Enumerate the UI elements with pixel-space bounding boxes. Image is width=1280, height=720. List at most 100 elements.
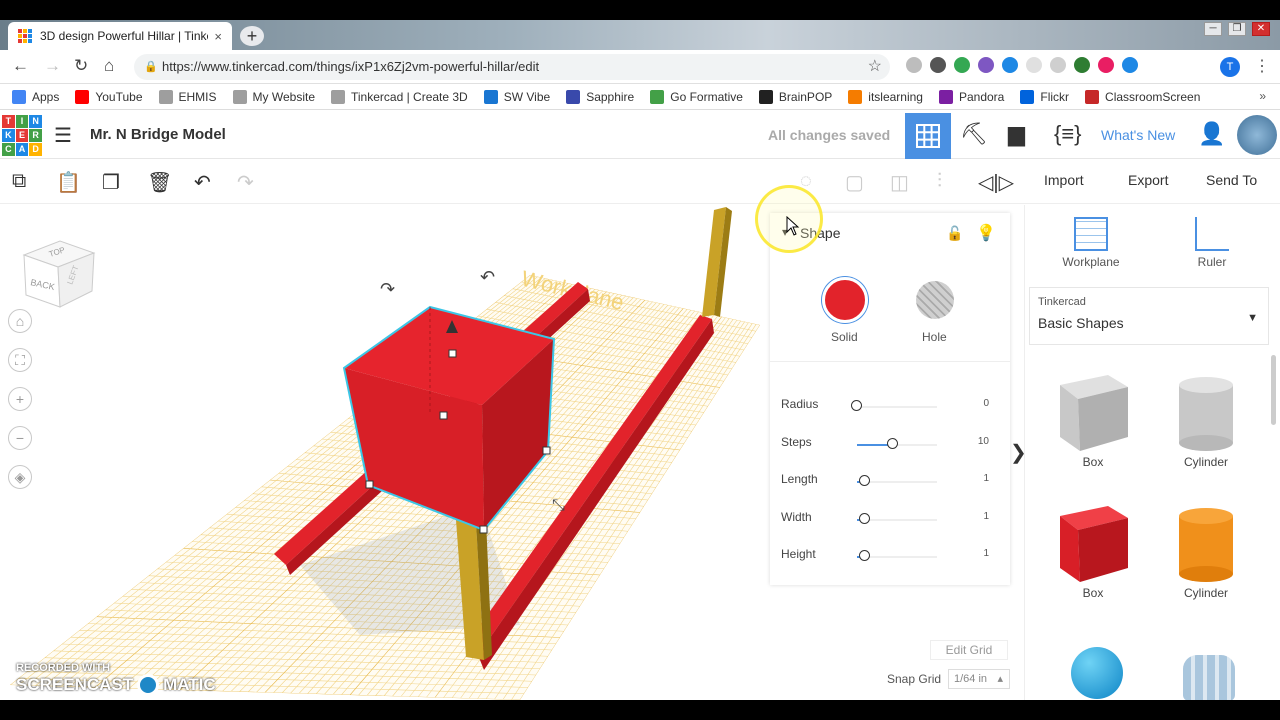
view-cube[interactable]: TOP BACK LEFT: [20, 233, 96, 308]
slider-track[interactable]: [857, 406, 937, 408]
panel-scrollbar[interactable]: [1271, 355, 1276, 425]
bookmark-item[interactable]: Go Formative: [650, 89, 743, 104]
property-value[interactable]: 1: [983, 548, 989, 559]
yellow-post-far[interactable]: [702, 207, 732, 317]
extension-icon[interactable]: [930, 57, 946, 73]
bookmark-item[interactable]: SW Vibe: [483, 89, 550, 104]
bricks-icon[interactable]: ▆: [1008, 121, 1025, 147]
slider-knob[interactable]: [859, 475, 870, 486]
extension-icon[interactable]: [1074, 57, 1090, 73]
extension-icon[interactable]: [906, 57, 922, 73]
3d-view-button[interactable]: [905, 113, 951, 159]
bookmark-item[interactable]: Flickr: [1020, 89, 1069, 104]
shape-box[interactable]: Box: [1038, 498, 1148, 618]
slider-knob[interactable]: [859, 550, 870, 561]
send-to-button[interactable]: Send To: [1206, 172, 1257, 188]
browser-menu-icon[interactable]: ⋮: [1254, 56, 1270, 76]
user-avatar[interactable]: [1237, 115, 1277, 155]
solid-color-button[interactable]: [822, 277, 868, 323]
perspective-icon[interactable]: ◈: [8, 465, 32, 489]
home-view-icon[interactable]: ⌂: [8, 309, 32, 333]
lock-icon[interactable]: 🔓: [946, 225, 963, 242]
property-value[interactable]: 0: [983, 398, 989, 409]
extension-icon[interactable]: [1026, 57, 1042, 73]
undo-icon[interactable]: ↶: [194, 170, 211, 195]
mirror-icon[interactable]: ◁|▷: [978, 170, 1014, 195]
tab-close-icon[interactable]: ×: [214, 29, 222, 44]
forward-arrow-icon[interactable]: →: [44, 56, 61, 76]
edit-grid-button[interactable]: Edit Grid: [930, 640, 1008, 660]
extension-icon[interactable]: [1098, 57, 1114, 73]
bookmark-item[interactable]: ClassroomScreen: [1085, 89, 1200, 104]
profile-avatar[interactable]: T: [1220, 57, 1240, 77]
bookmark-item[interactable]: Apps: [12, 89, 59, 104]
zoom-out-icon[interactable]: −: [8, 426, 32, 450]
pickaxe-icon[interactable]: ⛏: [960, 121, 988, 147]
design-title[interactable]: Mr. N Bridge Model: [90, 126, 226, 143]
export-button[interactable]: Export: [1128, 172, 1168, 188]
shape-library-dropdown[interactable]: Tinkercad Basic Shapes ▼: [1029, 287, 1269, 345]
rotate-handle-icon[interactable]: ↷: [380, 279, 395, 299]
extension-icon[interactable]: [954, 57, 970, 73]
ungroup-icon[interactable]: ◫: [890, 170, 909, 195]
extension-icon[interactable]: [1122, 57, 1138, 73]
delete-icon[interactable]: 🗑: [147, 170, 172, 195]
browser-tab[interactable]: 3D design Powerful Hillar | Tinke ×: [8, 22, 232, 50]
shape-box[interactable]: Box: [1038, 367, 1148, 487]
design-list-icon[interactable]: ☰: [54, 123, 72, 148]
address-bar[interactable]: 🔒 https://www.tinkercad.com/things/ixP1x…: [134, 54, 890, 80]
minimize-button[interactable]: ─: [1204, 22, 1222, 36]
resize-handle[interactable]: [439, 411, 448, 420]
rotate-handle-icon[interactable]: ↶: [480, 267, 495, 287]
paste-icon[interactable]: 📋: [56, 170, 81, 195]
add-user-icon[interactable]: 👤: [1198, 121, 1225, 147]
bookmark-item[interactable]: itslearning: [848, 89, 923, 104]
bookmark-item[interactable]: Pandora: [938, 89, 1004, 104]
resize-handle[interactable]: [448, 349, 457, 358]
hole-button[interactable]: [916, 281, 954, 319]
property-value[interactable]: 1: [983, 511, 989, 522]
bookmark-item[interactable]: My Website: [232, 89, 315, 104]
bookmark-item[interactable]: BrainPOP: [758, 89, 832, 104]
slider-knob[interactable]: [851, 400, 862, 411]
bookmark-item[interactable]: Sapphire: [566, 89, 634, 104]
bookmarks-overflow-icon[interactable]: »: [1259, 89, 1266, 103]
slider-knob[interactable]: [887, 437, 898, 449]
bookmark-item[interactable]: EHMIS: [158, 89, 217, 104]
light-bulb-icon[interactable]: 💡: [976, 223, 996, 243]
home-icon[interactable]: ⌂: [104, 56, 114, 76]
resize-handle[interactable]: [542, 446, 551, 455]
extension-icon[interactable]: [1002, 57, 1018, 73]
codeblocks-icon[interactable]: {≡}: [1054, 121, 1082, 147]
group-icon[interactable]: ▢: [845, 170, 864, 195]
shape-cylinder[interactable]: Cylinder: [1151, 367, 1261, 487]
zoom-in-icon[interactable]: +: [8, 387, 32, 411]
tinkercad-logo[interactable]: TIN KER CAD: [2, 115, 42, 156]
redo-icon[interactable]: ↷: [237, 170, 254, 195]
sphere-shape-icon[interactable]: [1071, 647, 1123, 699]
maximize-button[interactable]: ❐: [1228, 22, 1246, 36]
extension-icon[interactable]: [1050, 57, 1066, 73]
property-value[interactable]: 1: [983, 473, 989, 484]
snap-grid-select[interactable]: 1/64 in ▴: [948, 669, 1010, 689]
align-icon[interactable]: ⫶: [937, 170, 942, 193]
scribble-shape-icon[interactable]: [1183, 655, 1235, 701]
back-arrow-icon[interactable]: ←: [12, 56, 29, 76]
close-window-button[interactable]: ✕: [1252, 22, 1270, 36]
fit-view-icon[interactable]: ⛶: [8, 348, 32, 372]
import-button[interactable]: Import: [1044, 172, 1084, 188]
duplicate-icon[interactable]: ❐: [102, 170, 120, 195]
resize-handle[interactable]: [365, 480, 374, 489]
whats-new-link[interactable]: What's New: [1101, 127, 1175, 143]
property-value[interactable]: 10: [978, 436, 989, 447]
ruler-tool[interactable]: Ruler: [1177, 217, 1247, 269]
new-tab-button[interactable]: +: [240, 26, 264, 46]
rotate-handle-icon[interactable]: ⤡: [552, 497, 565, 514]
workplane-tool[interactable]: Workplane: [1056, 217, 1126, 269]
reload-icon[interactable]: ↻: [74, 56, 88, 76]
shape-cylinder[interactable]: Cylinder: [1151, 498, 1261, 618]
extension-icon[interactable]: [978, 57, 994, 73]
bookmark-item[interactable]: YouTube: [75, 89, 143, 104]
slider-knob[interactable]: [859, 512, 870, 524]
bookmark-item[interactable]: Tinkercad | Create 3D: [331, 89, 468, 104]
